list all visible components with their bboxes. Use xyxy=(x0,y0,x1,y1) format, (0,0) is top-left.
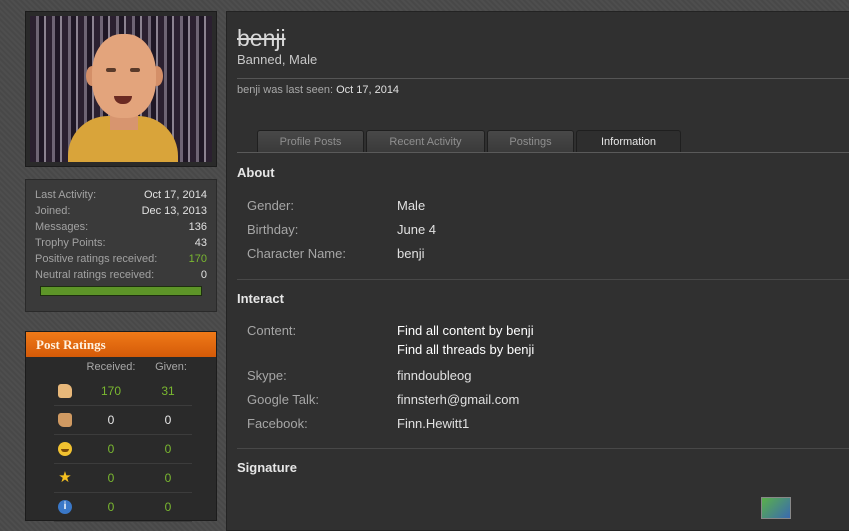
stat-label: Messages: xyxy=(35,221,89,233)
stat-value: 170 xyxy=(188,253,207,265)
stat-last-activity: Last Activity: Oct 17, 2014 xyxy=(35,187,207,203)
tab-recent-activity[interactable]: Recent Activity xyxy=(366,130,485,152)
given-count: 0 xyxy=(164,413,172,427)
interact-heading: Interact xyxy=(237,291,284,306)
tab-information[interactable]: Information xyxy=(576,130,681,153)
gender-label: Gender: xyxy=(247,198,294,213)
stat-value[interactable]: 136 xyxy=(189,219,207,235)
avatar-eye-right xyxy=(130,68,140,72)
post-ratings-title: Post Ratings xyxy=(26,332,216,357)
last-seen-label: benji was last seen: xyxy=(237,84,333,96)
gender-value: Male xyxy=(397,198,426,213)
divider xyxy=(237,279,849,280)
birthday-label: Birthday: xyxy=(247,222,299,237)
profile-tabs: Profile Posts Recent Activity Postings I… xyxy=(257,130,683,153)
stat-neutral-ratings: Neutral ratings received: 0 xyxy=(35,267,207,283)
stat-value[interactable]: 43 xyxy=(195,235,207,251)
google-talk-value: finnsterh@gmail.com xyxy=(397,392,520,407)
about-birthday-row: Birthday: June 4 xyxy=(247,218,436,242)
avatar-frame xyxy=(25,11,217,167)
last-seen: benji was last seen: Oct 17, 2014 xyxy=(237,84,399,96)
tab-postings[interactable]: Postings xyxy=(487,130,574,152)
received-count: 0 xyxy=(107,500,115,514)
stat-joined: Joined: Dec 13, 2013 xyxy=(35,203,207,219)
find-all-content-link[interactable]: Find all content by benji xyxy=(397,321,534,340)
rating-row-info: i 0 0 xyxy=(54,493,192,522)
avatar-head xyxy=(92,34,156,118)
google-talk-label: Google Talk: xyxy=(247,392,320,407)
rating-balance-fill xyxy=(41,287,201,295)
avatar[interactable] xyxy=(30,16,212,162)
signature-heading: Signature xyxy=(237,460,297,475)
about-gender-row: Gender: Male xyxy=(247,194,436,218)
signature-image xyxy=(761,497,791,519)
interact-skype-row: Skype: finndoubleog xyxy=(247,364,534,388)
rating-balance-bar xyxy=(40,286,202,296)
received-header: Received: xyxy=(86,361,136,373)
user-stats-panel: Last Activity: Oct 17, 2014 Joined: Dec … xyxy=(25,179,217,312)
interact-threads-row: Find all threads by benji xyxy=(247,340,534,364)
facebook-value: Finn.Hewitt1 xyxy=(397,416,470,431)
username-heading: benji xyxy=(237,25,286,51)
given-count: 0 xyxy=(164,471,172,485)
about-heading: About xyxy=(237,165,275,180)
stat-label: Trophy Points: xyxy=(35,237,106,249)
thumbs-down-icon xyxy=(58,413,72,427)
interact-google-row: Google Talk: finnsterh@gmail.com xyxy=(247,388,534,412)
interact-content-row: Content: Find all content by benji xyxy=(247,321,534,340)
skype-value: finndoubleog xyxy=(397,368,472,383)
stat-label: Joined: xyxy=(35,205,71,217)
star-icon: ★ xyxy=(58,469,72,486)
rating-row-like: 170 31 xyxy=(54,377,192,406)
about-character-row: Character Name: benji xyxy=(247,242,436,266)
funny-face-icon xyxy=(58,442,72,456)
facebook-label: Facebook: xyxy=(247,416,308,431)
stat-label: Last Activity: xyxy=(35,189,97,201)
rating-row-dislike: 0 0 xyxy=(54,406,192,435)
find-all-threads-link[interactable]: Find all threads by benji xyxy=(397,340,534,364)
rating-row-star: ★ 0 0 xyxy=(54,464,192,493)
divider xyxy=(237,78,849,79)
post-ratings-column-headers: Received: Given: xyxy=(26,357,216,377)
received-count: 0 xyxy=(107,471,115,485)
given-count: 0 xyxy=(164,442,172,456)
stat-label: Positive ratings received: xyxy=(35,253,158,265)
tab-profile-posts[interactable]: Profile Posts xyxy=(257,130,364,152)
character-name-value: benji xyxy=(397,246,425,261)
avatar-eye-left xyxy=(106,68,116,72)
given-count[interactable]: 31 xyxy=(146,384,190,398)
received-count: 0 xyxy=(107,442,115,456)
last-seen-date: Oct 17, 2014 xyxy=(336,84,400,96)
received-count: 0 xyxy=(107,413,115,427)
content-label: Content: xyxy=(247,323,297,338)
interact-facebook-row: Facebook: Finn.Hewitt1 xyxy=(247,412,534,436)
stat-messages: Messages: 136 xyxy=(35,219,207,235)
divider xyxy=(237,448,849,449)
user-title: Banned, Male xyxy=(237,52,318,67)
birthday-value: June 4 xyxy=(397,222,437,237)
thumbs-up-icon xyxy=(58,384,72,398)
profile-main-panel: benji Banned, Male benji was last seen: … xyxy=(226,11,849,531)
given-header: Given: xyxy=(155,361,187,373)
stat-positive-ratings: Positive ratings received: 170 xyxy=(35,251,207,267)
stat-value: 0 xyxy=(200,269,207,281)
given-count: 0 xyxy=(164,500,172,514)
stat-trophy-points: Trophy Points: 43 xyxy=(35,235,207,251)
stat-value: Dec 13, 2013 xyxy=(141,205,207,217)
character-name-label: Character Name: xyxy=(247,246,346,261)
skype-label: Skype: xyxy=(247,368,287,383)
stat-label: Neutral ratings received: xyxy=(35,269,155,281)
info-icon: i xyxy=(58,500,72,514)
stat-value: Oct 17, 2014 xyxy=(144,189,207,201)
post-ratings-panel: Post Ratings Received: Given: 170 31 0 0… xyxy=(25,331,217,522)
received-count[interactable]: 170 xyxy=(76,384,146,398)
rating-row-funny: 0 0 xyxy=(54,435,192,464)
tab-baseline xyxy=(237,152,849,153)
interact-list: Content: Find all content by benji Find … xyxy=(247,321,534,436)
about-list: Gender: Male Birthday: June 4 Character … xyxy=(247,194,436,266)
